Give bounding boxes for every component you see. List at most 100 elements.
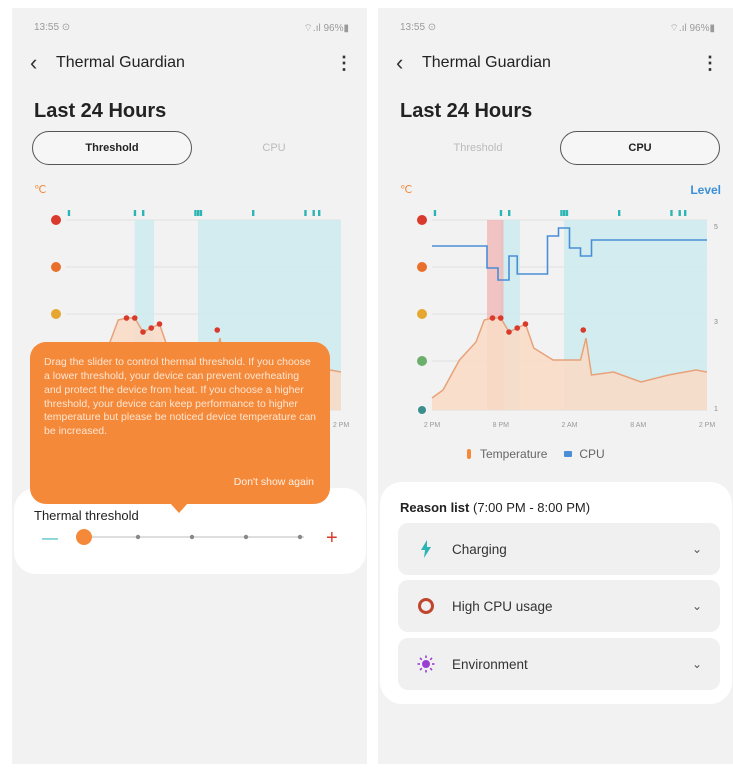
increase-threshold-icon: + [326,527,338,549]
reason-label: Charging [452,541,507,557]
level-dot-1 [51,262,61,272]
page-heading: Last 24 Hours [34,100,167,122]
charging-tick [194,210,197,216]
charging-tick [565,210,569,216]
temperature-peak-point [506,329,512,335]
charging-tick [670,210,673,216]
tab-cpu[interactable]: CPU [194,131,354,165]
reason-item-high-cpu[interactable]: High CPU usage ⌄ [398,580,720,632]
cpu-screen: 13:55 ⊙ ⌔.ıl 96%▮ ‹ Thermal Guardian ⋮ L… [378,8,733,764]
level-dot-2 [417,309,427,319]
charging-tick [618,210,621,216]
charging-tick [312,210,315,216]
temperature-peak-point [140,329,146,335]
temperature-peak-point [522,321,529,327]
charging-tick [133,210,137,216]
more-options-icon[interactable]: ⋮ [701,53,719,74]
charging-tick [199,210,203,216]
threshold-screen: 13:55 ⊙ ⌔.ıl 96%▮ ‹ Thermal Guardian ⋮ L… [12,8,367,764]
reason-item-charging[interactable]: Charging ⌄ [398,523,720,575]
charging-tick [318,210,321,216]
tab-threshold[interactable]: Threshold [32,131,192,165]
charging-tick [433,210,437,216]
charging-tick [560,210,563,216]
cpu-level-label: Level [690,183,721,197]
threshold-tooltip: Drag the slider to control thermal thres… [30,342,330,504]
x-tick-label: 8 PM [493,422,510,429]
reason-list-title: Reason list (7:00 PM - 8:00 PM) [400,500,590,515]
more-options-icon[interactable]: ⋮ [335,53,353,74]
app-title: Thermal Guardian [56,54,185,71]
dont-show-again-link[interactable]: Don't show again [234,476,314,490]
chart-legend: Temperature CPU [464,447,605,461]
decrease-threshold-icon: — [42,530,58,547]
charging-tick [142,210,145,216]
sun-icon [416,655,436,673]
app-bar: ‹ Thermal Guardian ⋮ [30,50,353,76]
level-tick-label: 3 [714,319,718,326]
level-dot-2 [51,309,61,319]
temperature-peak-point [214,327,221,333]
charging-tick [197,210,200,216]
level-dot-0 [417,215,427,225]
x-tick-label: 2 PM [424,422,441,429]
x-tick-label: 2 PM [333,422,350,429]
temperature-unit: ℃ [400,184,413,196]
charging-tick [678,210,681,216]
temperature-peak-point [131,315,138,321]
reason-label: Environment [452,656,528,672]
slider-thumb [76,529,92,545]
slider-stop [297,534,303,540]
level-dot-0 [51,215,61,225]
x-tick-label: 2 AM [562,422,578,429]
temperature-legend-icon [467,449,471,459]
status-icons: ⌔.ıl 96%▮ [303,23,349,34]
x-tick-label: 8 AM [630,422,646,429]
chevron-down-icon[interactable]: ⌄ [692,657,702,671]
level-dot-3 [417,356,427,366]
charging-tick [304,210,307,216]
legend-temperature-label: Temperature [480,447,548,461]
charging-bolt-icon [416,540,436,558]
reason-list-heading: Reason list [400,500,470,515]
slider-stop [135,534,141,540]
back-icon[interactable]: ‹ [396,52,422,74]
app-title: Thermal Guardian [422,54,551,71]
temperature-peak-point [123,315,130,321]
level-dot-1 [417,262,427,272]
reason-time-range: (7:00 PM - 8:00 PM) [472,500,591,515]
tab-threshold[interactable]: Threshold [398,131,558,165]
temperature-peak-point [489,315,496,321]
page-heading: Last 24 Hours [400,100,533,122]
temperature-cpu-chart[interactable]: 5 3 1 2 PM 8 PM 2 AM 8 AM 2 PM [392,200,722,440]
x-tick-label: 2 PM [699,422,716,429]
temperature-peak-point [156,321,163,327]
chevron-down-icon[interactable]: ⌄ [692,599,702,613]
legend-cpu: CPU [563,447,605,461]
reason-item-environment[interactable]: Environment ⌄ [398,638,720,690]
app-bar: ‹ Thermal Guardian ⋮ [396,50,719,76]
charging-tick [499,210,503,216]
tooltip-pointer [170,503,188,513]
chevron-down-icon[interactable]: ⌄ [692,542,702,556]
reason-label: High CPU usage [452,598,553,614]
tooltip-text: Drag the slider to control thermal thres… [44,356,317,438]
status-icons: ⌔.ıl 96%▮ [669,23,715,34]
temperature-peak-point [514,325,521,331]
status-bar: 13:55 ⊙ ⌔.ıl 96%▮ [34,22,349,35]
back-icon[interactable]: ‹ [30,52,56,74]
level-dot-4 [418,406,426,414]
tab-bar: Threshold CPU [398,131,720,165]
status-time: 13:55 ⊙ [34,22,71,33]
legend-temperature: Temperature [464,447,547,461]
level-tick-label: 5 [714,224,718,231]
status-time: 13:55 ⊙ [400,22,437,33]
status-bar: 13:55 ⊙ ⌔.ıl 96%▮ [400,22,715,35]
charging-tick [67,210,71,216]
tab-cpu[interactable]: CPU [560,131,720,165]
cpu-legend-icon [564,451,573,457]
threshold-title: Thermal threshold [34,508,139,523]
charging-tick [252,210,255,216]
tab-bar: Threshold CPU [32,131,352,165]
threshold-slider[interactable]: — + [42,522,342,552]
